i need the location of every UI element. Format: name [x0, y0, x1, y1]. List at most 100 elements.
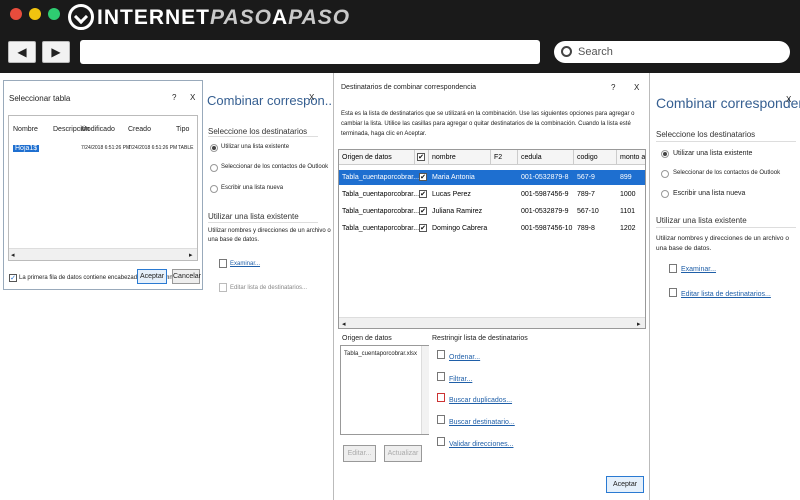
browse-link[interactable]: Examinar...: [681, 266, 716, 273]
option-existing-list-label: Utilizar una lista existente: [673, 150, 753, 157]
pane-title: Combinar correspondenc...: [656, 95, 800, 111]
cell-nombre: Maria Antonia: [432, 174, 475, 181]
sort-link[interactable]: Ordenar...: [449, 354, 480, 361]
cell-codigo: 789-7: [577, 191, 595, 198]
find-recipient-link[interactable]: Buscar destinatario...: [449, 419, 515, 426]
row-checkbox[interactable]: ✔: [419, 190, 427, 198]
cell-source: Tabla_cuentaporcobrar...: [342, 191, 420, 198]
scroll-left-icon[interactable]: ◂: [342, 320, 346, 328]
radio-existing-list[interactable]: [661, 150, 669, 158]
cell-codigo: 789-8: [577, 225, 595, 232]
address-bar[interactable]: [80, 40, 540, 64]
find-recipient-icon: [437, 415, 445, 424]
choose-recipients-title: Seleccione los destinatarios: [208, 127, 308, 136]
cell-monto: 899: [620, 174, 632, 181]
table-row[interactable]: Hoja1$ 7/24/2018 6:51:26 PM 7/24/2018 6:…: [11, 143, 197, 155]
cell-monto: 1202: [620, 225, 636, 232]
instructions-line1: Esta es la lista de destinatarios que se…: [341, 111, 635, 117]
close-window-icon[interactable]: [10, 8, 22, 20]
radio-new-list[interactable]: [210, 185, 218, 193]
col-header-source[interactable]: Origen de datos: [339, 150, 415, 165]
filter-link[interactable]: Filtrar...: [449, 376, 472, 383]
browse-icon: [219, 259, 227, 268]
col-header-name[interactable]: Nombre: [13, 126, 38, 133]
pane-close-button[interactable]: X: [309, 93, 314, 102]
edit-list-icon: [219, 283, 227, 292]
first-row-headers-checkbox[interactable]: ✓: [9, 274, 17, 282]
radio-new-list[interactable]: [661, 190, 669, 198]
recipients-dialog: Destinatarios de combinar correspondenci…: [333, 73, 650, 500]
row-checkbox[interactable]: ✔: [419, 173, 427, 181]
site-logo-icon: [68, 4, 94, 30]
table-list[interactable]: Nombre Descripción Modificado Creado Tip…: [8, 115, 198, 261]
help-button[interactable]: ?: [611, 83, 615, 92]
edit-list-link[interactable]: Editar lista de destinatarios...: [681, 291, 771, 298]
browse-link[interactable]: Examinar...: [230, 261, 260, 267]
ok-button[interactable]: Aceptar: [606, 476, 644, 493]
radio-outlook-contacts[interactable]: [661, 170, 669, 178]
search-icon: [561, 46, 572, 57]
validate-addresses-link[interactable]: Validar direcciones...: [449, 441, 513, 448]
cell-nombre: Domingo Cabrera: [432, 225, 488, 232]
minimize-window-icon[interactable]: [29, 8, 41, 20]
duplicates-icon: [437, 393, 445, 402]
col-header-created[interactable]: Creado: [128, 126, 151, 133]
table-row[interactable]: Tabla_cuentaporcobrar... ✔ Maria Antonia…: [339, 170, 645, 185]
select-all-checkbox[interactable]: ✔: [417, 153, 425, 161]
horizontal-scrollbar[interactable]: ◂ ▸: [339, 317, 645, 328]
edit-list-link[interactable]: Editar lista de destinatarios...: [230, 285, 307, 291]
col-header-nombre[interactable]: nombre: [429, 150, 491, 165]
scroll-left-icon[interactable]: ◂: [11, 251, 15, 259]
col-header-check[interactable]: ✔: [415, 150, 429, 165]
close-button[interactable]: X: [190, 93, 195, 102]
forward-button[interactable]: ▶: [42, 41, 70, 63]
cell-cedula: 001-0532879-9: [521, 208, 569, 215]
col-header-modified[interactable]: Modificado: [81, 126, 115, 133]
vertical-scrollbar[interactable]: [421, 346, 429, 434]
scroll-right-icon[interactable]: ▸: [189, 251, 193, 259]
refresh-button[interactable]: Actualizar: [384, 445, 422, 462]
cell-source: Tabla_cuentaporcobrar...: [342, 208, 420, 215]
col-header-codigo[interactable]: codigo: [574, 150, 617, 165]
back-button[interactable]: ◀: [8, 41, 36, 63]
option-new-list-label: Escribir una lista nueva: [673, 190, 746, 197]
radio-existing-list[interactable]: [210, 144, 218, 152]
row-checkbox[interactable]: ✔: [419, 224, 427, 232]
col-header-cedula[interactable]: cedula: [518, 150, 574, 165]
radio-outlook-contacts[interactable]: [210, 164, 218, 172]
browse-icon: [669, 264, 677, 273]
select-table-dialog: Seleccionar tabla ? X Nombre Descripción…: [3, 80, 203, 290]
table-row[interactable]: Tabla_cuentaporcobrar... ✔ Domingo Cabre…: [339, 221, 645, 236]
table-row[interactable]: Tabla_cuentaporcobrar... ✔ Lucas Perez 0…: [339, 187, 645, 202]
datasource-list[interactable]: Tabla_cuentaporcobrar.xlsx: [340, 345, 429, 435]
cell-monto: 1101: [620, 208, 636, 215]
col-header-f2[interactable]: F2: [491, 150, 518, 165]
search-input[interactable]: Search: [554, 41, 790, 63]
recipients-grid[interactable]: Origen de datos ✔ nombre F2 cedula codig…: [338, 149, 646, 329]
cell-source: Tabla_cuentaporcobrar...: [342, 225, 420, 232]
existing-desc-line2: una base de datos.: [656, 245, 712, 252]
help-button[interactable]: ?: [172, 93, 176, 102]
datasource-file[interactable]: Tabla_cuentaporcobrar.xlsx: [344, 351, 417, 357]
table-modified: 7/24/2018 6:51:26 PM: [81, 145, 131, 151]
ok-button[interactable]: Aceptar: [137, 269, 167, 284]
cell-nombre: Lucas Perez: [432, 191, 471, 198]
col-header-monto[interactable]: monto a pag: [617, 150, 645, 165]
table-type: TABLE: [178, 145, 194, 151]
horizontal-scrollbar[interactable]: ◂ ▸: [9, 248, 197, 260]
table-name: Hoja1$: [13, 145, 40, 152]
cancel-button[interactable]: Cancelar: [172, 269, 201, 284]
edit-datasource-button[interactable]: Editar...: [343, 445, 376, 462]
col-header-type[interactable]: Tipo: [176, 126, 189, 133]
scroll-right-icon[interactable]: ▸: [637, 320, 641, 328]
maximize-window-icon[interactable]: [48, 8, 60, 20]
row-checkbox[interactable]: ✔: [419, 207, 427, 215]
datasource-label: Origen de datos: [342, 335, 392, 342]
find-duplicates-link[interactable]: Buscar duplicados...: [449, 397, 512, 404]
pane-close-button[interactable]: X: [786, 95, 791, 104]
option-existing-list-label: Utilizar una lista existente: [221, 144, 290, 150]
site-brand: INTERNETPASOAPASO: [97, 6, 351, 29]
close-button[interactable]: X: [634, 83, 639, 92]
cell-source: Tabla_cuentaporcobrar...: [342, 174, 420, 181]
table-row[interactable]: Tabla_cuentaporcobrar... ✔ Juliana Ramir…: [339, 204, 645, 219]
